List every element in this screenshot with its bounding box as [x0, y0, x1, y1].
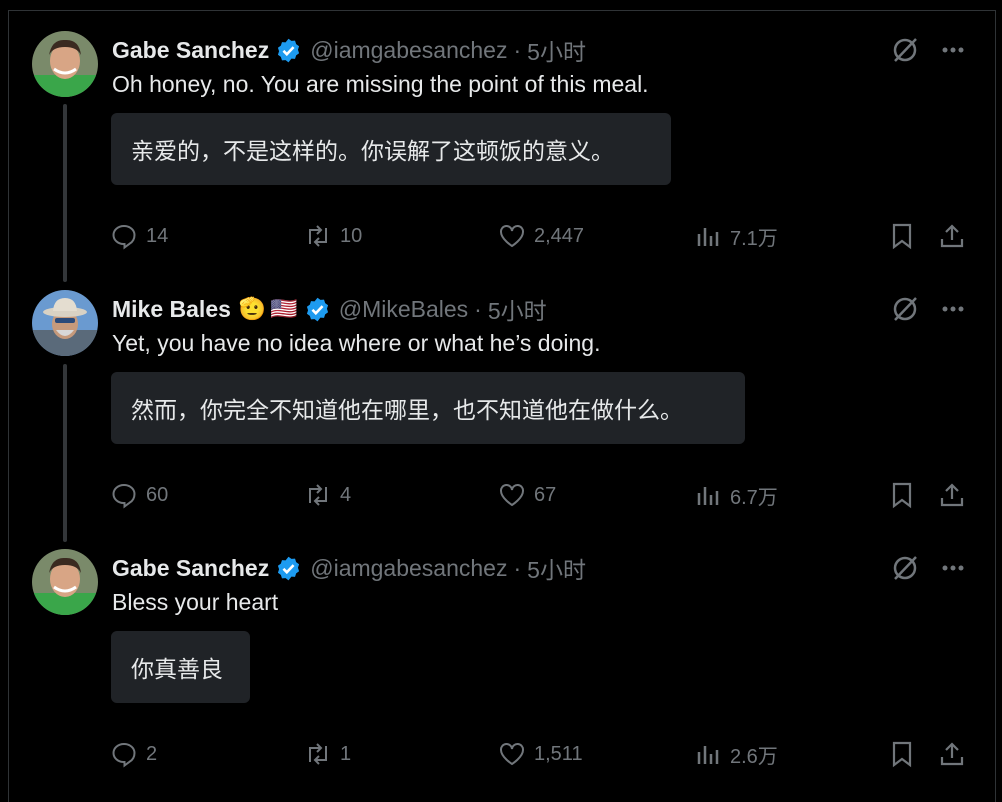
- reply-count: 14: [146, 224, 169, 247]
- reply-count: 60: [146, 483, 169, 506]
- handle[interactable]: @iamgabesanchez: [310, 555, 507, 582]
- display-name[interactable]: Mike Bales: [112, 296, 231, 323]
- like-count: 1,511: [534, 742, 583, 765]
- share-icon: [940, 224, 964, 248]
- separator-dot: ·: [513, 36, 522, 63]
- share-button[interactable]: [938, 221, 966, 251]
- avatar[interactable]: [32, 31, 98, 97]
- views-icon: [697, 746, 719, 764]
- repost-icon: [309, 743, 327, 765]
- separator-dot: ·: [513, 554, 522, 581]
- views-count: 6.7万: [730, 486, 778, 509]
- grok-icon[interactable]: [890, 294, 920, 329]
- thread-line: [63, 364, 67, 542]
- heart-icon: [500, 743, 524, 766]
- bookmark-icon: [892, 741, 912, 768]
- handle[interactable]: @MikeBales: [339, 296, 468, 323]
- tweet-actions: 14 10 2,447 7.1万: [110, 221, 970, 251]
- share-icon: [940, 483, 964, 507]
- reply-icon: [112, 224, 136, 250]
- views-button[interactable]: 7.1万: [694, 221, 778, 251]
- verified-badge-icon[interactable]: [304, 296, 331, 323]
- like-button[interactable]: 67: [498, 480, 556, 510]
- display-name[interactable]: Gabe Sanchez: [112, 37, 269, 64]
- display-name[interactable]: Gabe Sanchez: [112, 555, 269, 582]
- reply-icon: [112, 742, 136, 768]
- repost-icon: [309, 225, 327, 247]
- repost-icon: [309, 484, 327, 506]
- views-icon: [697, 487, 719, 505]
- timestamp[interactable]: 5小时: [527, 551, 586, 585]
- bookmark-icon: [892, 482, 912, 509]
- tweet-actions: 2 1 1,511 2.6万: [110, 739, 970, 769]
- views-icon: [697, 228, 719, 246]
- repost-count: 10: [340, 224, 363, 247]
- thread-line: [63, 104, 67, 282]
- tweet-text: Bless your heart: [112, 589, 279, 615]
- tweet-top-actions: [890, 35, 968, 70]
- bookmark-button[interactable]: [888, 739, 916, 769]
- grok-icon[interactable]: [890, 35, 920, 70]
- like-count: 67: [534, 483, 557, 506]
- heart-icon: [500, 484, 524, 507]
- translation-box: 然而，你完全不知道他在哪里，也不知道他在做什么。: [111, 372, 745, 444]
- grok-icon[interactable]: [890, 553, 920, 588]
- repost-button[interactable]: 10: [304, 221, 362, 251]
- reply-button[interactable]: 60: [110, 480, 168, 510]
- reply-icon: [112, 483, 136, 509]
- views-count: 2.6万: [730, 745, 778, 768]
- views-button[interactable]: 6.7万: [694, 480, 778, 510]
- tweet-actions: 60 4 67 6.7万: [110, 480, 970, 510]
- timestamp[interactable]: 5小时: [527, 33, 586, 67]
- handle[interactable]: @iamgabesanchez: [310, 37, 507, 64]
- share-button[interactable]: [938, 480, 966, 510]
- like-count: 2,447: [534, 224, 585, 247]
- translation-box: 你真善良: [111, 631, 250, 703]
- saluting-face-icon: 🫡: [238, 296, 267, 321]
- views-button[interactable]: 2.6万: [694, 739, 778, 769]
- more-options-icon[interactable]: [938, 553, 968, 588]
- avatar[interactable]: [32, 290, 98, 356]
- tweet-header: Mike Bales 🫡 🇺🇸 @MikeBales · 5小时: [112, 292, 547, 326]
- us-flag-icon: 🇺🇸: [270, 296, 298, 321]
- tweet-text: Yet, you have no idea where or what he’s…: [112, 330, 601, 356]
- repost-button[interactable]: 4: [304, 480, 351, 510]
- tweet-top-actions: [890, 294, 968, 329]
- avatar[interactable]: [32, 549, 98, 615]
- like-button[interactable]: 2,447: [498, 221, 584, 251]
- like-button[interactable]: 1,511: [498, 739, 583, 769]
- timestamp[interactable]: 5小时: [488, 292, 547, 326]
- bookmark-button[interactable]: [888, 221, 916, 251]
- more-options-icon[interactable]: [938, 294, 968, 329]
- views-count: 7.1万: [730, 227, 778, 250]
- bookmark-icon: [892, 223, 912, 250]
- repost-count: 1: [340, 742, 352, 765]
- reply-count: 2: [146, 742, 158, 765]
- repost-count: 4: [340, 483, 352, 506]
- tweet-top-actions: [890, 553, 968, 588]
- repost-button[interactable]: 1: [304, 739, 351, 769]
- tweet-text: Oh honey, no. You are missing the point …: [112, 71, 649, 97]
- reply-button[interactable]: 2: [110, 739, 157, 769]
- verified-badge-icon[interactable]: [275, 555, 302, 582]
- tweet-header: Gabe Sanchez @iamgabesanchez · 5小时: [112, 551, 586, 585]
- share-button[interactable]: [938, 739, 966, 769]
- tweet-header: Gabe Sanchez @iamgabesanchez · 5小时: [112, 33, 586, 67]
- reply-button[interactable]: 14: [110, 221, 168, 251]
- heart-icon: [500, 225, 524, 248]
- name-emoji: 🫡 🇺🇸: [239, 296, 298, 322]
- share-icon: [940, 742, 964, 766]
- separator-dot: ·: [474, 295, 482, 322]
- translation-box: 亲爱的，不是这样的。你误解了这顿饭的意义。: [111, 113, 671, 185]
- bookmark-button[interactable]: [888, 480, 916, 510]
- verified-badge-icon[interactable]: [275, 37, 302, 64]
- more-options-icon[interactable]: [938, 35, 968, 70]
